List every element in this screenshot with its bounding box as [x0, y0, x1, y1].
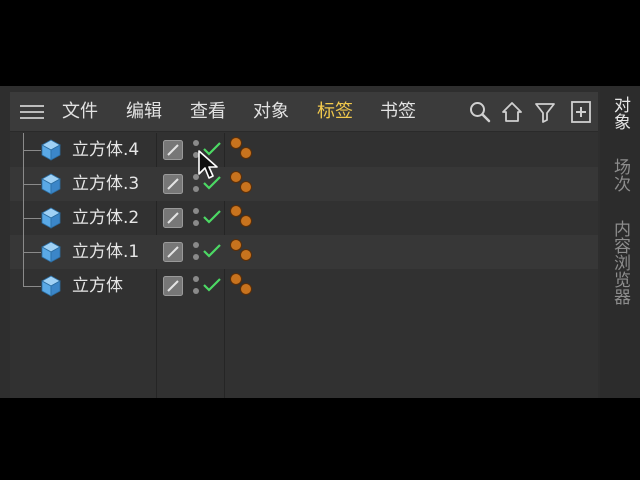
object-row[interactable]: 立方体.1 — [10, 235, 598, 269]
search-icon[interactable] — [468, 100, 492, 124]
object-name[interactable]: 立方体.4 — [72, 137, 139, 163]
phong-tag-icon[interactable] — [229, 204, 257, 232]
object-row[interactable]: 立方体.2 — [10, 201, 598, 235]
side-tab-takes[interactable]: 场次 — [607, 158, 631, 192]
filter-icon[interactable] — [533, 100, 557, 124]
tree-line — [23, 269, 24, 287]
menu-view[interactable]: 查看 — [190, 99, 226, 125]
object-row[interactable]: 立方体.3 — [10, 167, 598, 201]
hamburger-menu-icon[interactable] — [20, 105, 44, 119]
tree-line — [23, 184, 41, 185]
cube-icon — [41, 139, 61, 161]
object-name[interactable]: 立方体.1 — [72, 239, 139, 265]
object-manager: 文件 编辑 查看 对象 标签 书签 立方体.4 立方体.3 立方体.2 立方体.… — [0, 86, 640, 398]
object-row[interactable]: 立方体 — [10, 269, 598, 303]
render-visibility-dot[interactable] — [193, 140, 199, 146]
cube-icon — [41, 173, 61, 195]
add-window-icon[interactable] — [569, 100, 593, 124]
tree-line — [23, 150, 41, 151]
editor-visibility-icon[interactable] — [163, 276, 183, 296]
render-visibility-dot[interactable] — [193, 220, 199, 226]
tree-line — [23, 252, 41, 253]
phong-tag-icon[interactable] — [229, 272, 257, 300]
render-visibility-dot[interactable] — [193, 288, 199, 294]
menu-edit[interactable]: 编辑 — [126, 99, 162, 125]
side-tab-objects[interactable]: 对象 — [607, 96, 631, 130]
menu-bookmarks[interactable]: 书签 — [380, 99, 416, 125]
home-icon[interactable] — [500, 100, 524, 124]
editor-visibility-icon[interactable] — [163, 208, 183, 228]
menu-file[interactable]: 文件 — [62, 99, 98, 125]
render-visibility-dot[interactable] — [193, 186, 199, 192]
mouse-cursor-icon — [198, 150, 218, 179]
side-tab-bar: 对象 场次 内容浏览器 — [600, 86, 640, 398]
tree-line — [23, 286, 41, 287]
tree-line — [23, 218, 41, 219]
cube-icon — [41, 275, 61, 297]
render-visibility-dot[interactable] — [193, 242, 199, 248]
phong-tag-icon[interactable] — [229, 170, 257, 198]
editor-visibility-icon[interactable] — [163, 140, 183, 160]
object-name[interactable]: 立方体.2 — [72, 205, 139, 231]
side-tab-content-browser[interactable]: 内容浏览器 — [607, 220, 631, 305]
render-visibility-dot[interactable] — [193, 208, 199, 214]
phong-tag-icon[interactable] — [229, 136, 257, 164]
menu-object[interactable]: 对象 — [253, 99, 289, 125]
menu-bar: 文件 编辑 查看 对象 标签 书签 — [10, 92, 598, 132]
object-name[interactable]: 立方体.3 — [72, 171, 139, 197]
editor-visibility-icon[interactable] — [163, 174, 183, 194]
object-list: 立方体.4 立方体.3 立方体.2 立方体.1 立方体 — [10, 133, 598, 303]
cube-icon — [41, 207, 61, 229]
menu-tags[interactable]: 标签 — [317, 99, 353, 125]
enabled-check-icon[interactable] — [202, 277, 222, 293]
phong-tag-icon[interactable] — [229, 238, 257, 266]
editor-visibility-icon[interactable] — [163, 242, 183, 262]
object-row[interactable]: 立方体.4 — [10, 133, 598, 167]
render-visibility-dot[interactable] — [193, 276, 199, 282]
render-visibility-dot[interactable] — [193, 254, 199, 260]
cube-icon — [41, 241, 61, 263]
enabled-check-icon[interactable] — [202, 209, 222, 225]
enabled-check-icon[interactable] — [202, 243, 222, 259]
object-panel: 文件 编辑 查看 对象 标签 书签 立方体.4 立方体.3 立方体.2 立方体.… — [10, 92, 598, 398]
object-name[interactable]: 立方体 — [72, 273, 123, 299]
